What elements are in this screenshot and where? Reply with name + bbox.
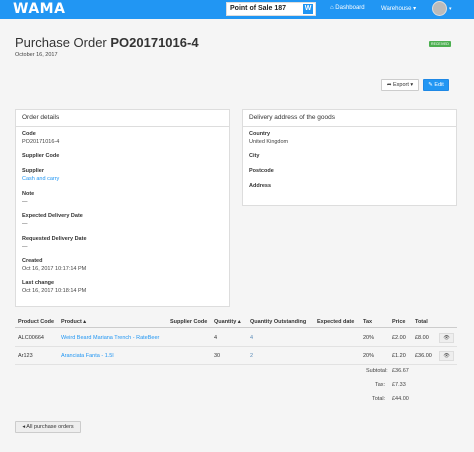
wama-logo[interactable]: WAMA bbox=[13, 1, 65, 17]
column-header[interactable]: Quantity ▴ bbox=[214, 319, 241, 325]
line-total: £36.00 bbox=[415, 353, 432, 359]
field-label: Created bbox=[22, 258, 43, 264]
delivery-address-heading: Delivery address of the goods bbox=[243, 110, 456, 127]
column-header[interactable]: Supplier Code bbox=[170, 319, 207, 325]
field-label: City bbox=[249, 153, 260, 159]
page-title-prefix: Purchase Order bbox=[15, 35, 111, 50]
field-value: — bbox=[22, 244, 28, 250]
field-supplier-code: Supplier Code bbox=[22, 153, 59, 161]
order-details-heading: Order details bbox=[16, 110, 229, 127]
column-header[interactable]: Total bbox=[415, 319, 428, 325]
chevron-down-icon[interactable]: ▾ bbox=[449, 6, 452, 12]
edit-button[interactable]: ✎ Edit bbox=[423, 79, 449, 91]
product-link[interactable]: Aranciata Fanta - 1.5l bbox=[61, 353, 114, 359]
line-total: £8.00 bbox=[415, 335, 429, 341]
tax: 20% bbox=[363, 335, 375, 341]
quantity-outstanding: 2 bbox=[250, 353, 254, 359]
field-label: Address bbox=[249, 183, 272, 189]
column-header[interactable]: Tax bbox=[363, 319, 372, 325]
column-header[interactable]: Product ▴ bbox=[61, 319, 86, 325]
field-label: Last change bbox=[22, 280, 55, 286]
subtotal-value: £36.67 bbox=[392, 368, 409, 374]
user-avatar[interactable] bbox=[432, 1, 447, 16]
nav-dashboard-link[interactable]: ⌂ Dashboard bbox=[330, 5, 365, 11]
page-title: Purchase Order PO20171016-4 bbox=[15, 35, 199, 50]
export-button[interactable]: ➦ Export ▾ bbox=[381, 79, 419, 91]
field-label: Supplier Code bbox=[22, 153, 60, 159]
field-value: — bbox=[22, 221, 28, 227]
column-header[interactable]: Quantity Outstanding bbox=[250, 319, 306, 325]
field-label: Note bbox=[22, 191, 35, 197]
field-label: Expected Delivery Date bbox=[22, 213, 83, 219]
page-title-code: PO20171016-4 bbox=[110, 35, 199, 50]
eye-icon[interactable]: 👁 bbox=[439, 351, 454, 361]
field-expected-delivery: Expected Delivery Date — bbox=[22, 213, 83, 227]
field-label: Requested Delivery Date bbox=[22, 236, 87, 242]
column-header[interactable]: Product Code bbox=[18, 319, 54, 325]
top-navbar: WAMA Point of Sale 187 W ⌂ Dashboard War… bbox=[0, 0, 474, 19]
back-to-purchase-orders-button[interactable]: ◂ All purchase orders bbox=[15, 421, 81, 433]
field-postcode: Postcode bbox=[249, 168, 274, 176]
field-last-change: Last change Oct 16, 2017 10:18:14 PM bbox=[22, 280, 86, 294]
subtotal-label: Subtotal: bbox=[366, 368, 388, 374]
order-date: October 16, 2017 bbox=[15, 52, 58, 58]
field-address: Address bbox=[249, 183, 271, 191]
field-label: Country bbox=[249, 131, 271, 137]
table-header: Product Code Product ▴ Supplier Code Qua… bbox=[15, 316, 457, 328]
tax-value: £7.33 bbox=[392, 382, 406, 388]
field-supplier: Supplier Cash and carry bbox=[22, 168, 59, 182]
quantity: 30 bbox=[214, 353, 221, 359]
field-value: PO20171016-4 bbox=[22, 139, 60, 145]
supplier-link[interactable]: Cash and carry bbox=[22, 176, 59, 182]
column-header[interactable]: Price bbox=[392, 319, 405, 325]
wama-icon: W bbox=[303, 4, 313, 14]
field-value: Oct 16, 2017 10:18:14 PM bbox=[22, 288, 87, 294]
tax-label: Tax: bbox=[375, 382, 386, 388]
total-value: £44.00 bbox=[392, 396, 409, 402]
price: £2.00 bbox=[392, 335, 406, 341]
quantity-outstanding: 4 bbox=[250, 335, 254, 341]
order-details-panel: Order details Code PO20171016-4 Supplier… bbox=[15, 109, 230, 307]
product-link[interactable]: Weird Beard Mariana Trench - RateBeer bbox=[61, 335, 159, 341]
table-row: Ar123 Aranciata Fanta - 1.5l 30 2 20% £1… bbox=[15, 347, 457, 365]
status-badge: RECEIVED bbox=[429, 41, 451, 47]
price: £1.20 bbox=[392, 353, 406, 359]
eye-icon[interactable]: 👁 bbox=[439, 333, 454, 343]
quantity: 4 bbox=[214, 335, 218, 341]
field-value: United Kingdom bbox=[249, 139, 289, 145]
field-city: City bbox=[249, 153, 259, 161]
tax: 20% bbox=[363, 353, 375, 359]
point-of-sale-selector[interactable]: Point of Sale 187 W bbox=[226, 2, 316, 16]
field-label: Postcode bbox=[249, 168, 274, 174]
point-of-sale-label: Point of Sale 187 bbox=[230, 5, 287, 12]
field-created: Created Oct 16, 2017 10:17:14 PM bbox=[22, 258, 86, 272]
delivery-address-panel: Delivery address of the goods Country Un… bbox=[242, 109, 457, 206]
field-value: — bbox=[22, 199, 28, 205]
field-country: Country United Kingdom bbox=[249, 131, 288, 145]
field-label: Code bbox=[22, 131, 36, 137]
field-code: Code PO20171016-4 bbox=[22, 131, 59, 145]
field-requested-delivery: Requested Delivery Date — bbox=[22, 236, 87, 250]
table-row: ALC00664 Weird Beard Mariana Trench - Ra… bbox=[15, 329, 457, 347]
field-label: Supplier bbox=[22, 168, 45, 174]
total-label: Total: bbox=[372, 396, 386, 402]
field-note: Note — bbox=[22, 191, 34, 205]
product-code: ALC00664 bbox=[18, 335, 44, 341]
field-value: Oct 16, 2017 10:17:14 PM bbox=[22, 266, 87, 272]
column-header[interactable]: Expected date bbox=[317, 319, 354, 325]
product-code: Ar123 bbox=[18, 353, 33, 359]
nav-warehouse-dropdown[interactable]: Warehouse ▾ bbox=[381, 5, 416, 12]
